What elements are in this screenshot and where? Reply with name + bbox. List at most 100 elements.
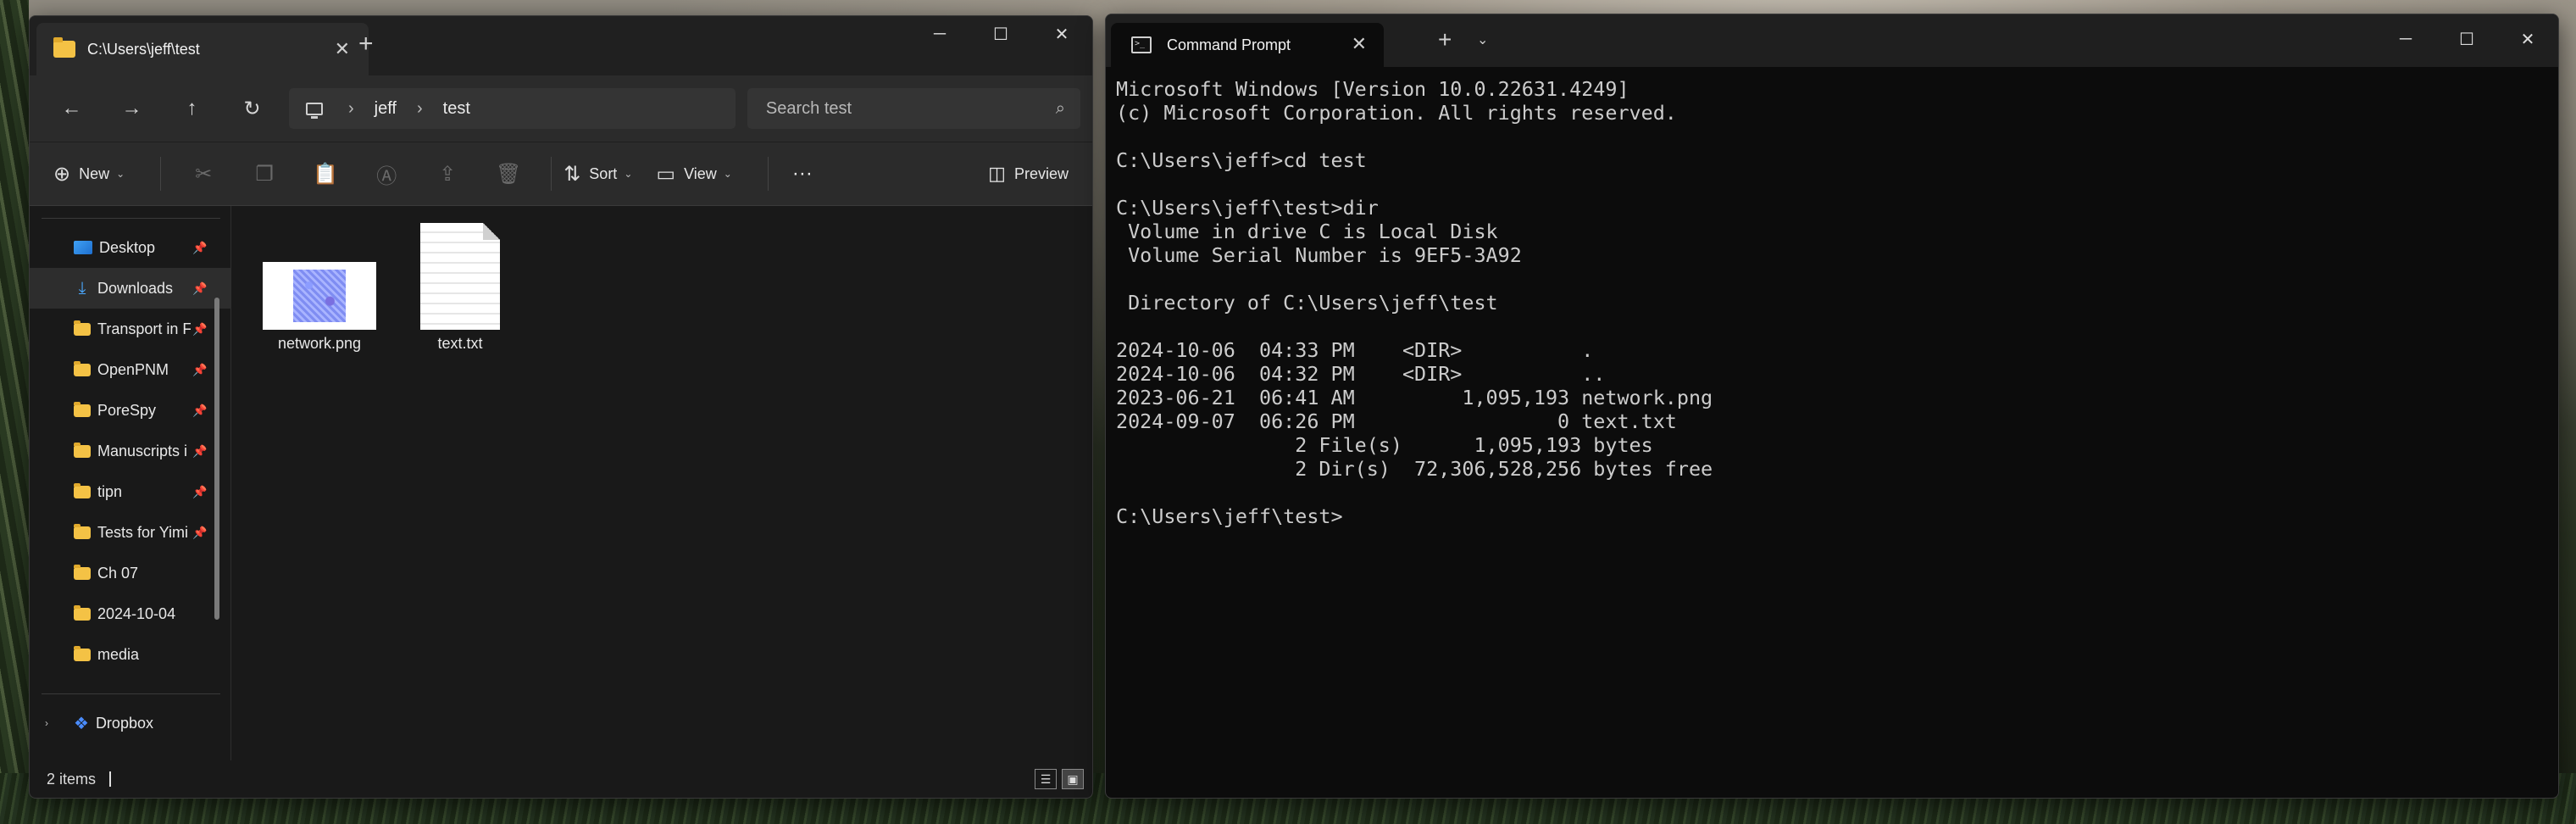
chevron-right-icon[interactable]: › [45,717,48,729]
item-count: 2 items [47,770,97,788]
file-item-text-txt[interactable]: text.txt [409,223,511,353]
breadcrumb-jeff[interactable]: jeff [375,99,397,119]
close-tab-icon[interactable]: ✕ [1352,33,1367,55]
search-input[interactable]: Search test ⌕ [747,88,1080,129]
folder-icon [74,604,91,621]
sort-button[interactable]: ⇅ Sort ⌄ [564,162,632,187]
explorer-tab-title: C:\Users\jeff\test [87,40,200,58]
paste-icon[interactable]: 📋 [295,162,356,187]
terminal-line: C:\Users\jeff\test> [1116,504,1343,528]
more-options-button[interactable]: ··· [792,162,813,186]
preview-label: Preview [1013,164,1069,182]
pin-icon: 📌 [192,321,208,336]
file-item-network-png[interactable]: network.png [257,223,382,353]
breadcrumb-test[interactable]: test [443,99,470,119]
sidebar-item-dropbox[interactable]: › ❖ Dropbox [30,703,230,743]
sidebar-item-label: Transport in F [97,320,191,337]
sidebar-item-label: media [97,645,140,663]
sidebar-item-label: Downloads [97,279,174,297]
sidebar-item-openpnm[interactable]: OpenPNM 📌 [30,349,230,390]
text-file-icon [420,223,500,330]
status-bar: 2 items ☰ ▣ [30,760,1092,798]
close-window-button[interactable]: ✕ [2497,21,2558,57]
cut-icon[interactable]: ✂ [173,162,234,187]
view-button[interactable]: ▭ View ⌄ [656,162,731,187]
pin-icon: 📌 [192,403,208,417]
new-tab-button[interactable]: + [1438,26,1452,53]
chevron-right-icon[interactable]: › [348,99,354,119]
terminal-line: 2024-09-07 06:26 PM 0 text.txt [1116,409,1677,433]
sidebar-item-label: OpenPNM [97,360,169,378]
up-button[interactable]: ↑ [162,97,222,120]
details-view-icon[interactable]: ☰ [1035,769,1057,789]
this-pc-icon[interactable] [306,102,323,119]
sidebar-item-2024-10-04[interactable]: 2024-10-04 [30,593,230,634]
terminal-output[interactable]: Microsoft Windows [Version 10.0.22631.42… [1106,67,2558,528]
folder-icon [74,482,91,498]
address-bar[interactable]: › jeff › test [289,88,736,129]
sidebar-item-media[interactable]: media [30,634,230,675]
minimize-button[interactable]: ─ [909,16,970,52]
chevron-right-icon[interactable]: › [417,99,423,119]
minimize-button[interactable]: ─ [2375,21,2436,57]
close-tab-icon[interactable]: ✕ [335,38,350,60]
terminal-line: Directory of C:\Users\jeff\test [1116,291,1498,315]
maximize-button[interactable]: ☐ [2436,21,2497,57]
rename-icon[interactable]: Ⓐ [356,159,417,189]
new-tab-button[interactable]: + [358,30,374,58]
folder-icon [74,360,91,376]
maximize-button[interactable]: ☐ [970,16,1031,52]
desktop-icon [74,241,92,254]
copy-icon[interactable]: ❐ [234,162,295,187]
back-button[interactable]: ← [42,97,102,120]
terminal-tab[interactable]: >_ Command Prompt ✕ [1111,23,1384,67]
sidebar-item-downloads[interactable]: ⤓ Downloads 📌 [30,268,230,309]
sidebar-item-ch07[interactable]: Ch 07 [30,553,230,593]
folder-icon [74,442,91,458]
status-divider [109,771,112,787]
explorer-tab[interactable]: C:\Users\jeff\test ✕ [36,23,369,75]
command-bar: ⊕ New ⌄ ✂ ❐ 📋 Ⓐ ⇪ 🗑 ⇅ Sort ⌄ ▭ View ⌄ ··… [30,142,1092,206]
sort-icon: ⇅ [564,162,581,186]
view-icon: ▭ [656,162,676,186]
sidebar-item-porespy[interactable]: PoreSpy 📌 [30,390,230,431]
cmd-icon: >_ [1131,36,1152,53]
tiles-view-icon[interactable]: ▣ [1062,769,1084,789]
sidebar-item-label: Tests for Yimi [97,523,189,541]
chevron-down-icon[interactable]: ⌄ [1477,31,1488,48]
new-button[interactable]: ⊕ New ⌄ [53,162,125,187]
network-image-preview [293,270,346,322]
sidebar-item-label: tipn [97,482,123,500]
sidebar-item-transport[interactable]: Transport in F 📌 [30,309,230,349]
pin-icon: 📌 [192,240,208,254]
close-window-button[interactable]: ✕ [1031,16,1092,52]
file-name: text.txt [437,335,483,352]
chevron-down-icon: ⌄ [723,168,732,180]
dropbox-icon: ❖ [74,714,89,733]
preview-pane-icon: ◫ [988,163,1006,184]
terminal-titlebar: >_ Command Prompt ✕ + ⌄ ─ ☐ ✕ [1106,14,2558,67]
sidebar-item-manuscripts[interactable]: Manuscripts i 📌 [30,431,230,471]
download-icon: ⤓ [78,278,86,298]
command-prompt-window: >_ Command Prompt ✕ + ⌄ ─ ☐ ✕ Microsoft … [1105,14,2559,799]
preview-button[interactable]: ◫ Preview [988,163,1069,185]
sidebar-scrollbar[interactable] [214,298,219,620]
delete-icon[interactable]: 🗑 [478,162,539,187]
file-list: network.png text.txt [231,206,1092,760]
sidebar-item-desktop[interactable]: Desktop 📌 [30,227,230,268]
terminal-line: Volume Serial Number is 9EF5-3A92 [1116,243,1522,267]
wallpaper-left [0,0,29,824]
refresh-button[interactable]: ↻ [222,97,282,121]
sidebar-item-tipn[interactable]: tipn 📌 [30,471,230,512]
sidebar-item-tests[interactable]: Tests for Yimi 📌 [30,512,230,553]
sidebar-item-label: Ch 07 [97,564,139,582]
forward-button[interactable]: → [102,97,162,120]
caption-buttons: ─ ☐ ✕ [909,16,1092,52]
terminal-tab-title: Command Prompt [1167,36,1291,53]
search-icon: ⌕ [1055,98,1065,118]
pin-icon: 📌 [192,281,208,295]
share-icon[interactable]: ⇪ [417,162,478,187]
